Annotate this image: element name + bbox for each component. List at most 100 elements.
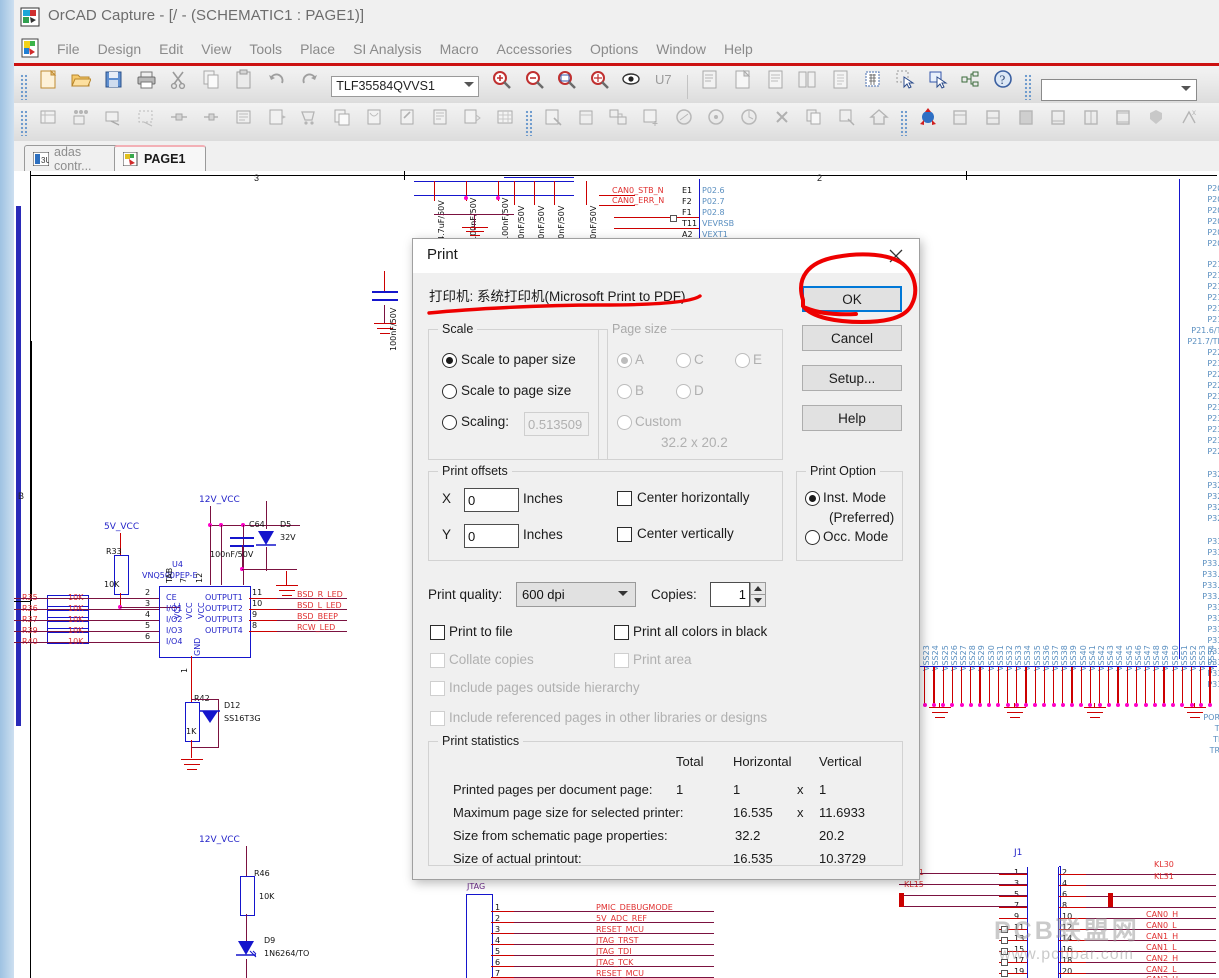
toolbar-grip-2[interactable] <box>1023 73 1031 100</box>
help-icon[interactable]: ? <box>990 66 1017 93</box>
document-tab-strip: 3U adas contr... PAGE1 <box>14 141 1219 173</box>
u4-label-vcc-2: VCC <box>185 602 194 619</box>
si-probe-icon <box>540 103 567 130</box>
radio-page-e[interactable] <box>735 353 750 368</box>
signal-label: TCK <box>1214 724 1219 733</box>
setup-button[interactable]: Setup... <box>802 365 902 391</box>
radio-scale-to-page-size[interactable] <box>442 384 457 399</box>
zoom-in-icon[interactable] <box>488 66 515 93</box>
ground-symbol <box>1187 712 1203 714</box>
toolbar-grip[interactable] <box>20 73 27 100</box>
radio-scale-to-paper-size[interactable] <box>442 353 457 368</box>
print-dialog[interactable]: Print 打印机: 系统打印机(Microsoft Print to PDF)… <box>412 238 920 880</box>
checkbox-print-all-colors-black[interactable] <box>614 625 629 640</box>
snap-to-grid-icon[interactable] <box>859 66 886 93</box>
checkbox-print-area[interactable] <box>614 653 629 668</box>
radio-page-d[interactable] <box>676 384 691 399</box>
window-title: OrCAD Capture - [/ - (SCHEMATIC1 : PAGE1… <box>48 7 365 24</box>
menu-item-macro[interactable]: Macro <box>431 41 488 57</box>
signal-p026: P02.6 <box>702 186 725 195</box>
save-icon[interactable] <box>100 66 127 93</box>
toolbar-grip-4[interactable] <box>20 110 27 137</box>
toolbar-separator <box>686 74 688 99</box>
toolbar-grip-5[interactable] <box>525 110 532 137</box>
chevron-down-icon-2[interactable] <box>1181 86 1192 91</box>
part-search-combo[interactable]: TLF35584QVVS1 <box>331 75 480 97</box>
eye-icon[interactable] <box>618 66 645 93</box>
checkbox-include-pages-outside-hierarchy[interactable] <box>430 681 445 696</box>
radio-occ-mode[interactable] <box>805 530 820 545</box>
offset-x-input[interactable]: 0 <box>464 488 519 512</box>
offset-y-input[interactable]: 0 <box>464 524 519 548</box>
copies-input[interactable]: 1 <box>710 582 750 607</box>
help-button[interactable]: Help <box>802 405 902 431</box>
stats-row1-vertical: 11.6933 <box>819 805 866 820</box>
ground-symbol <box>1010 717 1020 719</box>
document-icon <box>20 38 40 59</box>
zoom-area-icon[interactable] <box>553 66 580 93</box>
menu-item-si-analysis[interactable]: SI Analysis <box>344 41 430 57</box>
canvas-scroll-indicator[interactable] <box>16 206 21 726</box>
checkbox-print-to-file[interactable] <box>430 625 445 640</box>
menu-item-design[interactable]: Design <box>89 41 151 57</box>
close-icon[interactable] <box>873 239 919 273</box>
menu-item-file[interactable]: File <box>48 41 89 57</box>
radio-inst-mode[interactable] <box>805 491 820 506</box>
open-folder-icon[interactable] <box>67 66 94 93</box>
copies-spinner-down[interactable] <box>750 594 766 607</box>
radio-page-a[interactable] <box>617 353 632 368</box>
scaling-value-input[interactable]: 0.513509 <box>524 412 589 436</box>
chevron-down-icon[interactable] <box>464 81 475 87</box>
search-combo[interactable] <box>1041 79 1198 101</box>
menu-item-window[interactable]: Window <box>647 41 715 57</box>
orcad-capture-icon <box>20 7 40 27</box>
vss-wire <box>1117 667 1119 705</box>
vss-wire <box>997 667 999 705</box>
toolbar-grip-6[interactable] <box>899 110 907 137</box>
area-select-icon[interactable] <box>925 66 952 93</box>
checkbox-include-referenced-pages[interactable] <box>430 711 445 726</box>
j2-net-5v-adc-ref: 5V_ADC_REF <box>596 914 647 923</box>
ground-stem <box>1094 703 1096 708</box>
radio-scaling[interactable] <box>442 415 457 430</box>
print-quality-select[interactable]: 600 dpi <box>516 582 636 607</box>
checkbox-center-vertically[interactable] <box>617 527 632 542</box>
chevron-down-icon-quality[interactable] <box>618 591 628 596</box>
tab-adas-controller[interactable]: 3U adas contr... <box>24 145 120 173</box>
toolbar-row-2: x 123 <box>14 103 1219 159</box>
menu-item-edit[interactable]: Edit <box>150 41 192 57</box>
j1-wire-right <box>1059 907 1087 909</box>
j1-wire-right <box>1059 896 1087 898</box>
ruler-mark-2: 2 <box>817 173 823 183</box>
checkbox-center-horizontally[interactable] <box>617 491 632 506</box>
menu-item-options[interactable]: Options <box>581 41 647 57</box>
tab-page1[interactable]: PAGE1 <box>114 145 206 171</box>
print-icon[interactable] <box>133 66 160 93</box>
vss-wire <box>1080 667 1082 705</box>
svg-text:x: x <box>1192 108 1196 117</box>
zoom-fit-icon[interactable] <box>586 66 613 93</box>
menu-item-help[interactable]: Help <box>715 41 762 57</box>
new-file-icon[interactable] <box>35 66 62 93</box>
ok-button[interactable]: OK <box>802 286 902 312</box>
radio-page-custom[interactable] <box>617 415 632 430</box>
power-label-12v-top: 12V_VCC <box>199 495 240 505</box>
hierarchy-icon[interactable] <box>957 66 984 93</box>
3d-view-icon[interactable] <box>914 103 941 130</box>
menu-item-view[interactable]: View <box>192 41 240 57</box>
checkbox-collate-copies[interactable] <box>430 653 445 668</box>
signal-label: P20.2 <box>1207 184 1219 193</box>
u4-pin-gnd: GND <box>193 637 202 656</box>
cancel-button[interactable]: Cancel <box>802 325 902 351</box>
radio-page-c[interactable] <box>676 353 691 368</box>
menu-item-tools[interactable]: Tools <box>240 41 291 57</box>
menu-item-place[interactable]: Place <box>291 41 344 57</box>
menu-item-accessories[interactable]: Accessories <box>487 41 580 57</box>
stats-row0-label: Printed pages per document page: <box>453 782 653 797</box>
vss-wire <box>1163 667 1165 705</box>
u7-icon: U7 <box>651 66 678 93</box>
radio-page-b[interactable] <box>617 384 632 399</box>
si-circle3-icon <box>735 103 762 130</box>
select-icon[interactable] <box>892 66 919 93</box>
zoom-out-icon[interactable] <box>521 66 548 93</box>
